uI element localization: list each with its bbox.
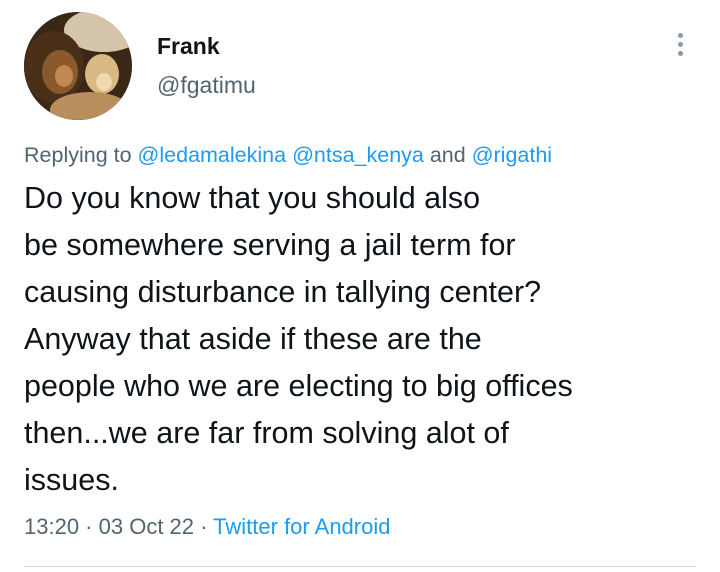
meta-dot: · xyxy=(79,514,99,539)
tweet-text-line: then...we are far from solving alot of xyxy=(24,416,509,450)
more-vertical-icon xyxy=(677,32,683,38)
more-vertical-icon xyxy=(677,41,683,47)
mention-link[interactable]: @ledamalekina xyxy=(138,143,287,167)
lion-avatar-image xyxy=(24,12,132,120)
tweet-text-line: Do you know that you should also xyxy=(24,181,481,215)
tweet-source-link[interactable]: Twitter for Android xyxy=(213,514,390,539)
more-options-button[interactable] xyxy=(664,26,696,62)
display-name[interactable]: Frank xyxy=(157,33,220,60)
mention-link[interactable]: @ntsa_kenya xyxy=(292,143,424,167)
reply-conjunction: and xyxy=(423,143,472,167)
reply-context: Replying to @ledamalekina @ntsa_kenya an… xyxy=(24,143,552,168)
user-handle[interactable]: @fgatimu xyxy=(157,72,256,99)
reply-prefix: Replying to xyxy=(24,143,138,167)
tweet-text-line: issues. xyxy=(24,463,119,497)
divider xyxy=(24,566,696,567)
tweet-text: Do you know that you should also be some… xyxy=(24,175,704,504)
tweet-text-line: Anyway that aside if these are the xyxy=(24,322,482,356)
tweet-time[interactable]: 13:20 xyxy=(24,514,79,539)
meta-dot: · xyxy=(194,514,214,539)
tweet-text-line: causing disturbance in tallying center? xyxy=(24,275,542,309)
tweet-text-line: be somewhere serving a jail term for xyxy=(24,228,516,262)
tweet-meta: 13:20 · 03 Oct 22 · Twitter for Android xyxy=(24,514,390,540)
avatar[interactable] xyxy=(24,12,132,120)
tweet-text-line: people who we are electing to big office… xyxy=(24,369,573,403)
tweet-date[interactable]: 03 Oct 22 xyxy=(99,514,194,539)
more-vertical-icon xyxy=(677,50,683,56)
mention-link[interactable]: @rigathi xyxy=(472,143,552,167)
tweet-detail: Frank @fgatimu Replying to @ledamalekina… xyxy=(0,0,720,572)
